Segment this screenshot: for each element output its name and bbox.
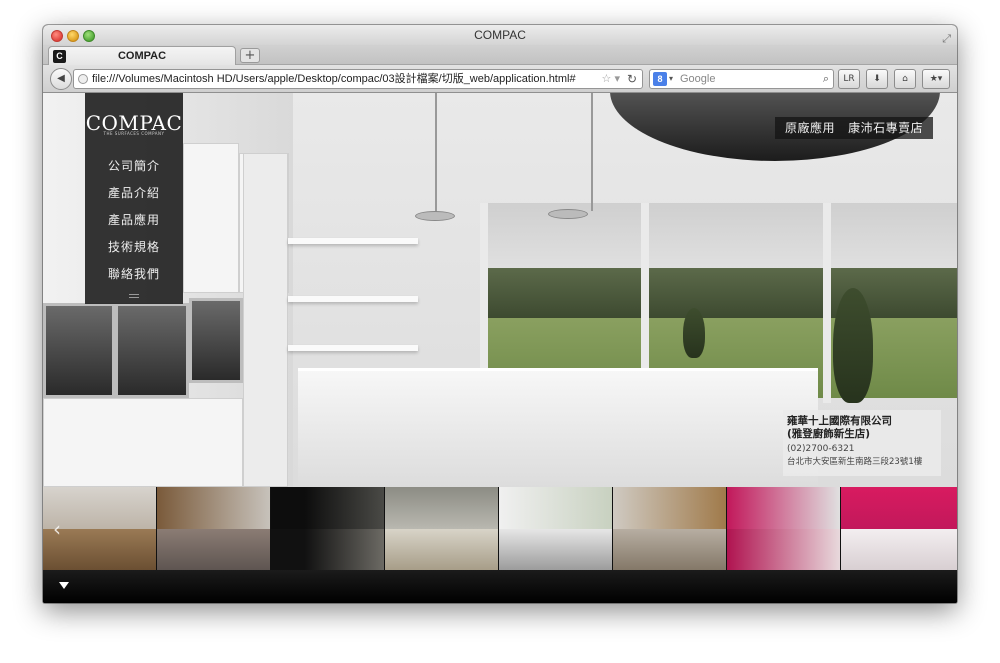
pendant-lamp xyxy=(415,211,455,221)
chevron-left-icon[interactable]: ‹ xyxy=(53,517,61,541)
nav-item-products[interactable]: 產品介紹 xyxy=(85,184,183,201)
menu-icon[interactable] xyxy=(129,294,139,298)
store-contact-card: 雍華十上國際有限公司 (雅登廚飾新生店) (02)2700-6321 台北市大安… xyxy=(783,410,941,476)
back-icon: ◀ xyxy=(57,73,65,84)
page-footer-bar xyxy=(43,570,957,603)
oven xyxy=(189,298,243,383)
favicon-icon: C xyxy=(53,50,66,63)
top-links: 原廠應用 康沛石專賣店 xyxy=(775,117,934,139)
tab-bar: C COMPAC + xyxy=(43,45,957,65)
download-button[interactable]: ⬇ xyxy=(866,69,888,89)
search-input[interactable]: 8 ▾ Google ⌕ xyxy=(649,69,834,89)
home-button[interactable]: ⌂ xyxy=(894,69,916,89)
nav-item-specs[interactable]: 技術規格 xyxy=(85,238,183,255)
bookmarks-button[interactable]: ★▾ xyxy=(922,69,950,89)
kitchen-cabinet xyxy=(43,398,243,487)
kitchen-island xyxy=(298,368,818,487)
thumbnail-kitchen-dark-counter[interactable] xyxy=(157,487,271,570)
browser-toolbar: ◀ file:///Volumes/Macintosh HD/Users/app… xyxy=(43,65,957,93)
nav-item-applications[interactable]: 產品應用 xyxy=(85,211,183,228)
search-icon: ⌕ xyxy=(822,73,829,85)
url-text: file:///Volumes/Macintosh HD/Users/apple… xyxy=(92,73,576,85)
zoom-window-button[interactable] xyxy=(83,30,95,42)
wall-shelf xyxy=(288,238,418,244)
pendant-lamp xyxy=(548,209,588,219)
search-placeholder: Google xyxy=(680,73,716,85)
contact-branch: (雅登廚飾新生店) xyxy=(787,428,871,440)
pendant-cord xyxy=(591,93,593,211)
link-store[interactable]: 康沛石專賣店 xyxy=(848,117,923,139)
contact-company: 雍華十上國際有限公司 xyxy=(787,415,892,427)
window-title: COMPAC xyxy=(474,28,526,42)
window-titlebar: COMPAC ⤢ xyxy=(43,25,957,45)
kitchen-cabinet xyxy=(183,143,239,293)
globe-icon xyxy=(78,74,88,84)
oven xyxy=(115,303,189,398)
thumbnail-kitchen-white-island[interactable] xyxy=(499,487,613,570)
link-factory-applications[interactable]: 原廠應用 xyxy=(785,117,835,139)
chevron-down-icon[interactable] xyxy=(59,582,69,589)
topiary xyxy=(683,308,705,358)
thumbnail-pink-living-room[interactable] xyxy=(841,487,957,570)
star-icon[interactable]: ☆ ▾ xyxy=(602,70,620,88)
reader-button[interactable]: LR xyxy=(838,69,860,89)
thumbnail-kitchen-wood-cabinets[interactable] xyxy=(613,487,727,570)
contact-address: 台北市大安區新生南路三段23號1樓 xyxy=(787,457,923,467)
home-icon: ⌂ xyxy=(902,74,908,84)
thumbnail-kitchen-window-shelving[interactable] xyxy=(385,487,499,570)
side-navigation: COMPAC THE SURFACES COMPANY 公司簡介 產品介紹 產品… xyxy=(85,93,183,304)
kitchen-cabinet xyxy=(243,153,288,487)
back-button[interactable]: ◀ xyxy=(50,68,72,90)
window-trees xyxy=(480,268,957,318)
close-window-button[interactable] xyxy=(51,30,63,42)
contact-phone: (02)2700-6321 xyxy=(787,444,855,454)
reload-icon[interactable]: ↻ xyxy=(627,70,637,88)
minimize-window-button[interactable] xyxy=(67,30,79,42)
tab-title: COMPAC xyxy=(117,50,167,62)
chevron-down-icon[interactable]: ▾ xyxy=(669,70,673,88)
bookmarks-icon: ★▾ xyxy=(929,74,943,84)
new-tab-button[interactable]: + xyxy=(240,48,260,63)
wall-shelf xyxy=(288,296,418,302)
thumbnail-strip: ‹ xyxy=(43,487,957,570)
address-bar[interactable]: file:///Volumes/Macintosh HD/Users/apple… xyxy=(73,69,643,89)
window-frame xyxy=(823,203,831,403)
wall-shelf xyxy=(288,345,418,351)
page-viewport: COMPAC THE SURFACES COMPANY 公司簡介 產品介紹 產品… xyxy=(43,93,957,603)
oven xyxy=(43,303,115,398)
nav-item-contact[interactable]: 聯絡我們 xyxy=(85,265,183,282)
site-tagline: THE SURFACES COMPANY xyxy=(103,131,165,136)
nav-item-about[interactable]: 公司簡介 xyxy=(85,157,183,174)
browser-window: COMPAC ⤢ C COMPAC + ◀ file:///Volumes/Ma… xyxy=(43,25,957,603)
topiary xyxy=(833,288,873,403)
download-icon: ⬇ xyxy=(873,74,881,84)
thumbnail-kitchen-black-interior[interactable] xyxy=(271,487,385,570)
thumbnail-pink-table-dishes[interactable] xyxy=(727,487,841,570)
tab-compac[interactable]: C COMPAC xyxy=(48,46,236,65)
pendant-cord xyxy=(435,93,437,213)
search-engine-icon[interactable]: 8 xyxy=(653,72,667,86)
